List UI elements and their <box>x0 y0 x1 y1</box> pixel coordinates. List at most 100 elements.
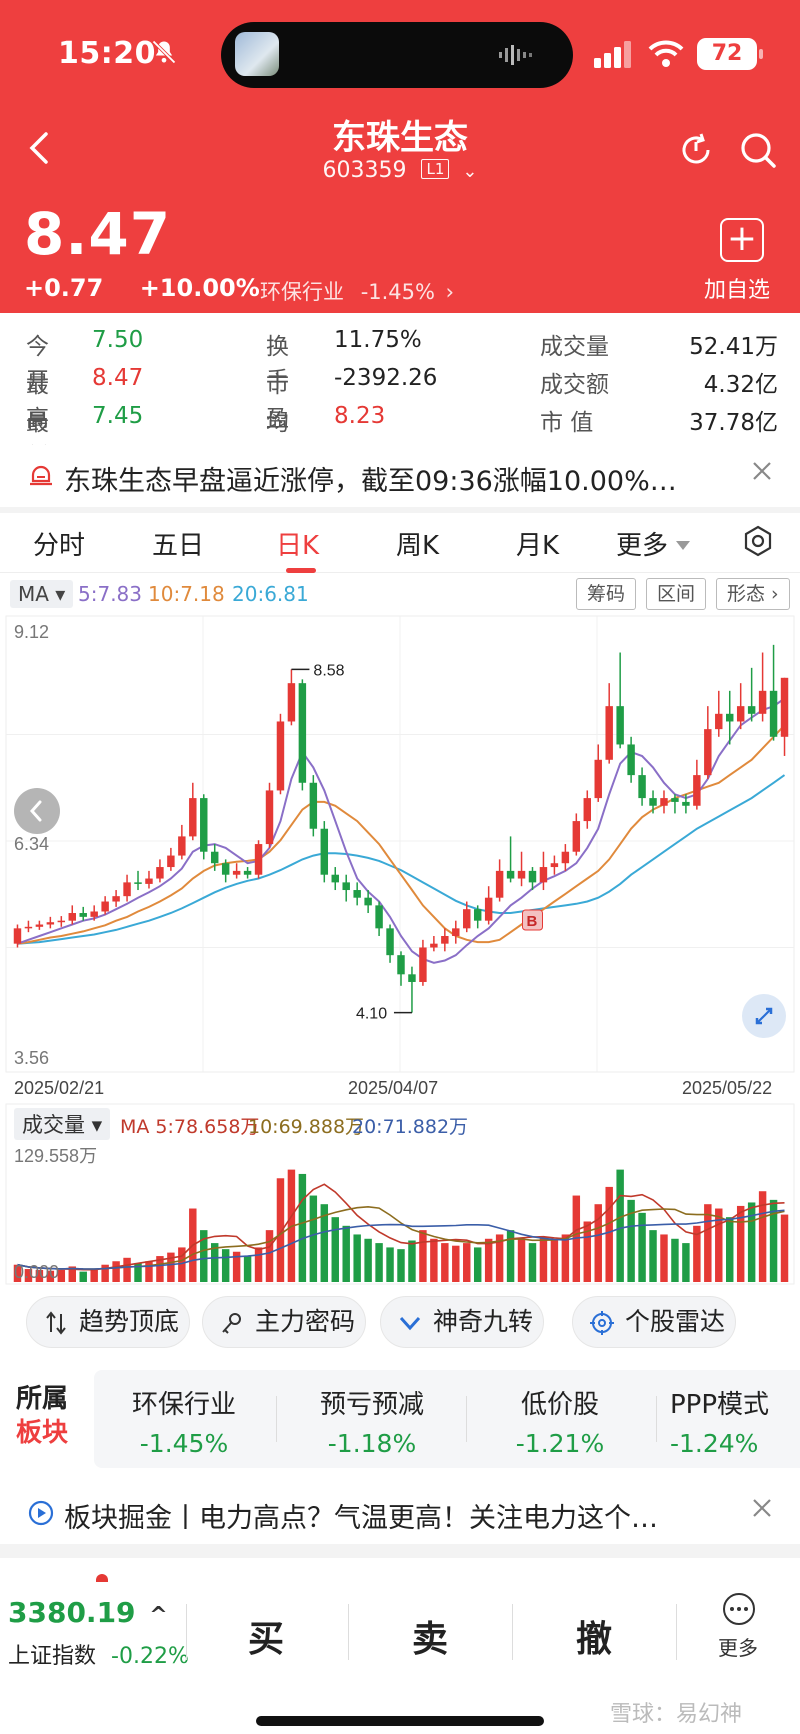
stock-header: 15:20 72 东珠生态 603359 L1 ⌄ 8.47 +0.77 +10… <box>0 0 800 313</box>
candle-body <box>24 926 33 929</box>
vol-ma10-value: 10:69.888万 <box>248 1116 365 1138</box>
search-icon[interactable] <box>738 130 778 170</box>
index-name: 上证指数 <box>8 1644 97 1669</box>
fullscreen-icon[interactable] <box>742 994 786 1038</box>
current-price: 8.47 <box>24 200 172 268</box>
volume-bar <box>386 1247 394 1282</box>
add-watchlist-label[interactable]: 加自选 <box>704 272 770 304</box>
candle-body <box>758 690 767 714</box>
status-time: 15:20 <box>58 36 156 71</box>
candle-body <box>441 936 449 944</box>
battery-indicator: 72 <box>697 38 763 70</box>
candle-body <box>430 943 438 948</box>
audio-wave-icon <box>499 45 532 65</box>
close-icon[interactable] <box>750 459 774 483</box>
sector-news-text[interactable]: 板块掘金丨电力高点？气温更高！关注电力这个… <box>64 1496 658 1535</box>
volume-bar <box>408 1240 416 1282</box>
tab-monthly-k[interactable]: 月K <box>516 525 559 562</box>
candle-body <box>682 801 690 806</box>
candle-body <box>200 798 208 852</box>
close-icon[interactable] <box>750 1496 774 1520</box>
refresh-icon[interactable] <box>676 130 716 170</box>
index-widget[interactable]: 3380.19 ^ 上证指数 -0.22% <box>0 1588 189 1684</box>
volume-bar <box>726 1217 734 1282</box>
kline-chart[interactable]: 9.12 6.34 3.56 8.58 4.10 B 2025/02/21 2025… <box>0 614 800 1286</box>
candle-body <box>473 909 482 921</box>
volume-bar <box>528 1243 537 1282</box>
tab-intraday[interactable]: 分时 <box>33 525 85 562</box>
volume-bar <box>254 1247 263 1282</box>
settings-hexagon-icon[interactable] <box>742 525 774 557</box>
volume-bar <box>452 1245 460 1282</box>
candle-body <box>627 744 635 776</box>
candle-body <box>189 798 197 837</box>
ma-selector[interactable]: MA ▾ <box>10 580 74 608</box>
candle-body <box>46 922 55 925</box>
magic-nine-button[interactable]: 神奇九转 <box>380 1296 544 1348</box>
candles <box>13 644 789 1013</box>
news-banner[interactable]: 东珠生态早盘逼近涨停，截至09:36涨幅10.00%… <box>0 445 800 507</box>
section-spacer <box>0 1468 800 1482</box>
candle-body <box>331 874 339 883</box>
home-indicator[interactable] <box>256 1716 544 1726</box>
main-force-code-button[interactable]: 主力密码 <box>202 1296 366 1348</box>
trend-top-bottom-button[interactable]: 趋势顶底 <box>26 1296 190 1348</box>
sector-item-ppp[interactable]: PPP模式 -1.24% <box>654 1384 800 1458</box>
index-change: -0.22% <box>111 1644 189 1669</box>
chips-button[interactable]: 筹码 <box>576 578 637 610</box>
price-change-row: +0.77 +10.00% <box>24 274 288 302</box>
candle-body <box>353 890 361 898</box>
pattern-button[interactable]: 形态 › <box>716 578 790 610</box>
stock-radar-button[interactable]: 个股雷达 <box>572 1296 736 1348</box>
industry-link[interactable]: 环保行业 -1.45% › <box>260 276 454 306</box>
sector-news-banner[interactable]: 板块掘金丨电力高点？气温更高！关注电力这个… <box>0 1482 800 1544</box>
sell-button[interactable]: 卖 <box>412 1610 448 1662</box>
sector-item-env[interactable]: 环保行业 -1.45% <box>94 1384 274 1458</box>
volume-bar <box>145 1261 153 1282</box>
candle-body <box>145 878 153 884</box>
sector-list: 环保行业 -1.45% 预亏预减 -1.18% 低价股 -1.21% PPP模式… <box>94 1370 800 1468</box>
volume-selector[interactable]: 成交量 ▾ <box>14 1108 111 1140</box>
sector-item-low-price[interactable]: 低价股 -1.21% <box>470 1384 650 1458</box>
price-axis-mid: 6.34 <box>14 834 49 854</box>
tab-more[interactable]: 更多 <box>616 525 691 562</box>
candle-body <box>572 821 581 852</box>
buy-button[interactable]: 买 <box>248 1610 284 1662</box>
candle-body <box>35 924 44 927</box>
industry-name: 环保行业 <box>260 280 344 304</box>
more-dots-icon[interactable] <box>722 1592 756 1626</box>
volume-bar <box>605 1186 613 1282</box>
sector-block: 所属 板块 环保行业 -1.45% 预亏预减 -1.18% 低价股 -1.21%… <box>0 1370 800 1468</box>
radar-icon <box>590 1311 614 1335</box>
volume-bar <box>112 1261 120 1282</box>
candle-body <box>693 775 701 806</box>
tab-weekly-k[interactable]: 周K <box>396 525 439 562</box>
bar-separator <box>348 1604 349 1660</box>
candle-body <box>506 870 515 879</box>
news-text[interactable]: 东珠生态早盘逼近涨停，截至09:36涨幅10.00%… <box>64 459 677 498</box>
cancel-order-button[interactable]: 撤 <box>576 1610 612 1662</box>
candle-body <box>704 729 712 776</box>
volume-bar <box>780 1214 789 1282</box>
chevron-left-icon[interactable] <box>14 788 60 834</box>
more-label[interactable]: 更多 <box>718 1632 758 1661</box>
tab-daily-k[interactable]: 日K <box>276 525 319 562</box>
media-thumbnail <box>235 32 279 76</box>
range-button[interactable]: 区间 <box>646 578 707 610</box>
candle-body <box>495 870 504 898</box>
candle-body <box>123 882 131 897</box>
candle-body <box>550 863 559 868</box>
x-label-start: 2025/02/21 <box>14 1078 104 1098</box>
candle-body <box>583 798 592 822</box>
candle-body <box>649 798 657 806</box>
cellular-signal-icon <box>594 41 631 68</box>
sector-item-loss-forecast[interactable]: 预亏预减 -1.18% <box>282 1384 462 1458</box>
candle-body <box>112 896 120 902</box>
add-watchlist-button[interactable]: + <box>720 218 764 262</box>
stock-code: 603359 <box>322 158 407 183</box>
volume-bar <box>298 1173 307 1282</box>
dynamic-island <box>221 22 573 88</box>
volume-header: 成交量 ▾ MA 5:78.658万 10:69.888万 20:71.882万 <box>0 1106 800 1140</box>
tab-five-day[interactable]: 五日 <box>152 525 204 562</box>
candle-body <box>320 828 329 875</box>
